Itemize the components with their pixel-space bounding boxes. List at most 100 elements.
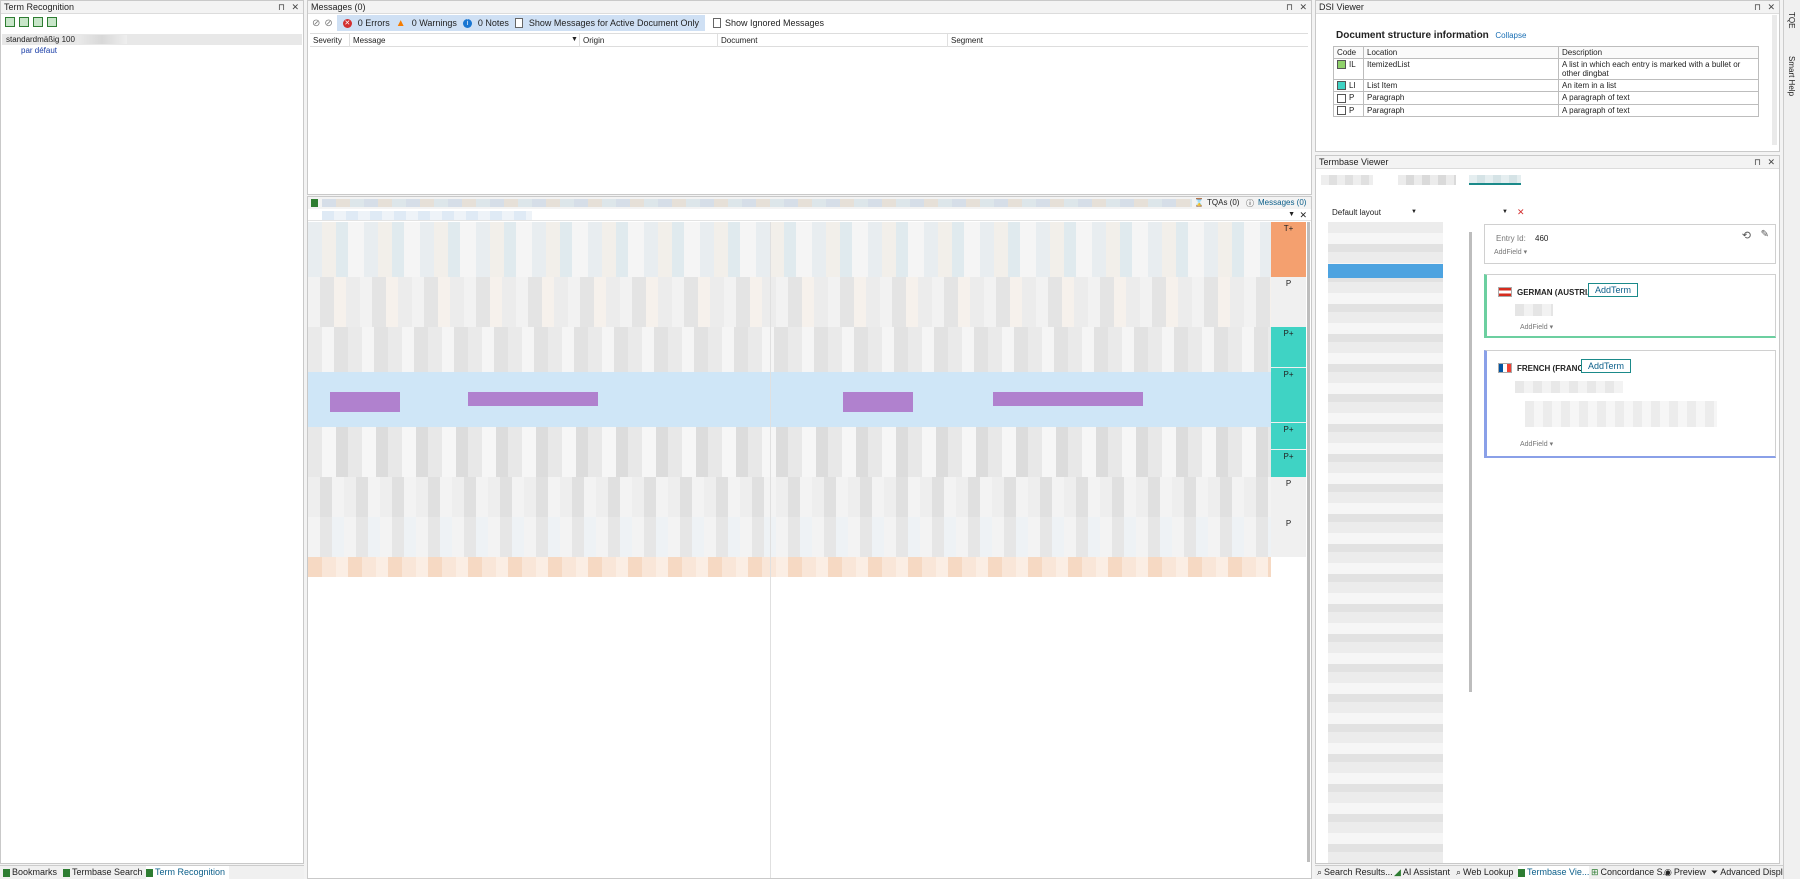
code-swatch — [1337, 93, 1346, 103]
chevron-down-icon[interactable]: ▼ — [1502, 209, 1508, 215]
segment-row[interactable] — [308, 517, 1271, 557]
show-ignored-toggle[interactable]: Show Ignored Messages — [725, 18, 824, 28]
term-target[interactable]: par défaut — [21, 46, 57, 55]
language-label: GERMAN (AUSTRIA) — [1517, 288, 1596, 297]
tab-termbase-search[interactable]: Termbase Search — [63, 866, 143, 879]
segment-row[interactable] — [308, 327, 1271, 372]
termbase-tab[interactable] — [1321, 175, 1373, 185]
add-term-icon[interactable] — [5, 17, 15, 27]
pin-icon[interactable]: ⊓ — [1754, 1, 1761, 14]
tqa-tab[interactable]: TQAs (0) — [1207, 198, 1239, 207]
layout-select[interactable]: Default layout ▼ — [1332, 208, 1417, 220]
add-field-link[interactable]: AddField ▾ — [1520, 323, 1553, 331]
segment-row[interactable] — [308, 222, 1271, 277]
pin-icon[interactable]: ⊓ — [1754, 156, 1761, 169]
dsi-viewer-panel: DSI Viewer ⊓ ✕ Document structure inform… — [1315, 0, 1780, 152]
termbase-tab-active[interactable] — [1469, 175, 1521, 185]
filter-icon: ⏷ — [1711, 867, 1719, 877]
messages-title-bar: Messages (0) ⊓ ✕ — [308, 1, 1311, 14]
status-badge[interactable]: P+ — [1271, 423, 1306, 449]
blurred-header — [322, 211, 532, 220]
ignore-icon[interactable]: ⊘ — [312, 18, 320, 29]
edit-icon[interactable]: ✎ — [1761, 229, 1769, 240]
term-entry[interactable]: standardmäßig 100 — [2, 34, 302, 45]
panel-title: DSI Viewer — [1319, 2, 1364, 12]
close-icon[interactable]: ✕ — [1299, 1, 1307, 14]
tab-concordance-search[interactable]: ⊞ Concordance S... — [1591, 866, 1670, 879]
settings-icon[interactable] — [33, 17, 43, 27]
close-icon[interactable]: ✕ — [1767, 1, 1775, 14]
tab-advanced-display[interactable]: ⏷ Advanced Displ... — [1711, 866, 1790, 879]
termbase-tab[interactable] — [1398, 175, 1456, 185]
warnings-filter[interactable]: 0 Warnings — [412, 18, 457, 28]
highlight-mark — [468, 392, 598, 406]
tab-preview[interactable]: ◉ Preview — [1664, 866, 1706, 879]
add-term-button[interactable]: AddTerm — [1581, 359, 1632, 373]
status-badge[interactable]: P+ — [1271, 450, 1306, 477]
column-origin[interactable]: Origin — [580, 34, 718, 47]
notes-filter[interactable]: 0 Notes — [478, 18, 509, 28]
termbase-title-bar: Termbase Viewer ⊓ ✕ — [1316, 156, 1779, 169]
add-field-link[interactable]: AddField ▾ — [1520, 440, 1553, 448]
segment-row[interactable] — [308, 477, 1271, 517]
messages-tab[interactable]: Messages (0) — [1258, 198, 1306, 207]
tab-search-results[interactable]: ⌕ Search Results... — [1317, 866, 1393, 879]
side-tab-tqe[interactable]: TQE — [1787, 12, 1796, 28]
side-tab-smart-help[interactable]: Smart Help — [1787, 56, 1796, 96]
column-message[interactable]: Message — [350, 34, 580, 47]
errors-filter[interactable]: 0 Errors — [358, 18, 390, 28]
bookmarks-icon — [3, 868, 10, 877]
austria-flag-icon — [1498, 287, 1512, 297]
chevron-down-icon[interactable]: ▼ — [1288, 211, 1295, 218]
history-icon[interactable]: ⟲ — [1742, 229, 1751, 242]
unignore-icon[interactable]: ⊘ — [324, 18, 332, 29]
highlight-mark — [843, 392, 913, 412]
add-term-button[interactable]: AddTerm — [1588, 283, 1639, 297]
refresh-icon[interactable] — [47, 17, 57, 27]
dsi-scrollbar[interactable] — [1772, 15, 1777, 145]
view-icon[interactable] — [19, 17, 29, 27]
close-icon[interactable]: ✕ — [1299, 210, 1307, 221]
term-list[interactable] — [1328, 222, 1443, 863]
editor-scrollbar[interactable] — [1307, 222, 1310, 862]
tab-bookmarks[interactable]: Bookmarks — [3, 866, 57, 879]
close-icon[interactable]: ✕ — [1767, 156, 1775, 169]
dsi-title-bar: DSI Viewer ⊓ ✕ — [1316, 1, 1779, 14]
tab-term-recognition[interactable]: Term Recognition — [146, 866, 230, 879]
status-badge[interactable]: T+ — [1271, 222, 1306, 277]
pin-icon[interactable]: ⊓ — [278, 1, 285, 14]
blurred-term — [1525, 401, 1717, 427]
tab-web-lookup[interactable]: ⌕ Web Lookup — [1456, 866, 1513, 879]
add-field-link[interactable]: AddField ▾ — [1494, 248, 1527, 256]
term-list-scrollbar[interactable] — [1469, 232, 1472, 692]
term-recognition-panel: Term Recognition ⊓ ✕ standardmäßig 100 p… — [0, 0, 304, 864]
collapse-link[interactable]: Collapse — [1495, 31, 1526, 40]
panel-title: Messages (0) — [311, 2, 366, 12]
status-badge[interactable]: P — [1271, 277, 1306, 327]
tab-termbase-viewer[interactable]: Termbase Vie... — [1518, 866, 1590, 879]
show-active-only-toggle[interactable]: Show Messages for Active Document Only — [529, 18, 699, 28]
status-badge[interactable]: P — [1271, 517, 1306, 557]
messages-header-row: Severity Message ▼ Origin Document Segme… — [310, 33, 1308, 47]
status-badge[interactable]: P+ — [1271, 327, 1306, 367]
column-document[interactable]: Document — [718, 34, 948, 47]
close-icon[interactable]: ✕ — [291, 1, 299, 14]
status-badge[interactable]: P+ — [1271, 368, 1306, 422]
column-severity[interactable]: Severity — [310, 34, 350, 47]
bottom-tabs-right: ⌕ Search Results... ◢ AI Assistant ⌕ Web Lo… — [1315, 865, 1790, 879]
tab-ai-assistant[interactable]: ◢ AI Assistant — [1394, 866, 1450, 879]
delete-entry-icon[interactable]: ✕ — [1517, 207, 1525, 218]
france-flag-icon — [1498, 363, 1512, 373]
pin-icon[interactable]: ⊓ — [1286, 1, 1293, 14]
tqa-icon: ⌛ — [1194, 198, 1204, 207]
column-segment[interactable]: Segment — [948, 34, 1308, 47]
status-badge[interactable]: P — [1271, 477, 1306, 517]
segment-row[interactable] — [308, 427, 1271, 477]
term-list-selected[interactable] — [1328, 264, 1443, 278]
chevron-down-icon: ▼ — [1411, 209, 1417, 215]
preview-icon: ◉ — [1664, 867, 1672, 877]
panel-title: Termbase Viewer — [1319, 157, 1389, 167]
segment-row[interactable] — [308, 557, 1271, 577]
chevron-down-icon[interactable]: ▼ — [571, 36, 578, 43]
segment-row[interactable] — [308, 277, 1271, 327]
